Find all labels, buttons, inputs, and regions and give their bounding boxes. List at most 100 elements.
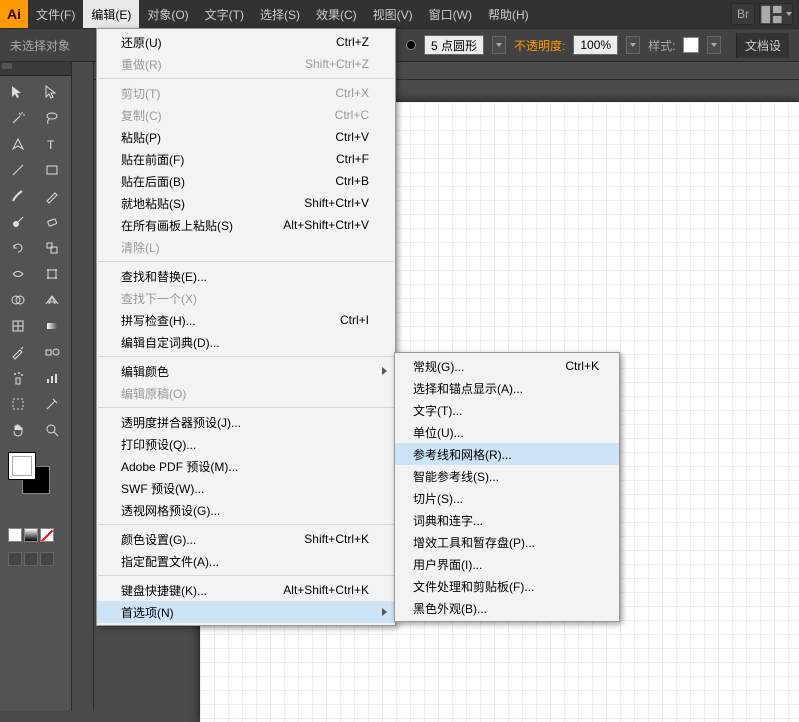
- prefs-slices[interactable]: 切片(S)...: [395, 487, 619, 509]
- menu-transparency-presets[interactable]: 透明度拼合器预设(J)...: [97, 411, 395, 433]
- menu-undo[interactable]: 还原(U)Ctrl+Z: [97, 31, 395, 53]
- prefs-file-clipboard[interactable]: 文件处理和剪贴板(F)...: [395, 575, 619, 597]
- color-swatches[interactable]: [0, 446, 71, 548]
- zoom-tool[interactable]: [37, 418, 67, 442]
- stroke-field[interactable]: 5 点圆形: [424, 35, 484, 55]
- menu-file[interactable]: 文件(F): [28, 0, 83, 28]
- opacity-label[interactable]: 不透明度:: [514, 37, 565, 54]
- prefs-ui[interactable]: 用户界面(I)...: [395, 553, 619, 575]
- menu-custom-dict[interactable]: 编辑自定词典(D)...: [97, 331, 395, 353]
- tools-panel: T: [0, 62, 72, 711]
- menu-pdf-presets[interactable]: Adobe PDF 预设(M)...: [97, 455, 395, 477]
- mesh-tool[interactable]: [3, 314, 33, 338]
- scale-tool[interactable]: [37, 236, 67, 260]
- direct-selection-tool[interactable]: [37, 80, 67, 104]
- menu-paste[interactable]: 粘贴(P)Ctrl+V: [97, 126, 395, 148]
- arrange-docs-button[interactable]: [759, 3, 793, 25]
- edit-menu-dropdown: 还原(U)Ctrl+Z 重做(R)Shift+Ctrl+Z 剪切(T)Ctrl+…: [96, 28, 396, 626]
- prefs-plugins[interactable]: 增效工具和暂存盘(P)...: [395, 531, 619, 553]
- menu-paste-place[interactable]: 就地粘贴(S)Shift+Ctrl+V: [97, 192, 395, 214]
- menu-select[interactable]: 选择(S): [252, 0, 308, 28]
- menu-clear[interactable]: 清除(L): [97, 236, 395, 258]
- menu-type[interactable]: 文字(T): [197, 0, 252, 28]
- menu-view[interactable]: 视图(V): [365, 0, 421, 28]
- graph-tool[interactable]: [37, 366, 67, 390]
- opacity-dropdown[interactable]: [626, 36, 640, 54]
- menu-redo[interactable]: 重做(R)Shift+Ctrl+Z: [97, 53, 395, 75]
- width-tool[interactable]: [3, 262, 33, 286]
- selection-tool[interactable]: [3, 80, 33, 104]
- menu-color-settings[interactable]: 颜色设置(G)...Shift+Ctrl+K: [97, 528, 395, 550]
- menu-keyboard-shortcuts[interactable]: 键盘快捷键(K)...Alt+Shift+Ctrl+K: [97, 579, 395, 601]
- bridge-button[interactable]: Br: [731, 3, 755, 25]
- gradient-tool[interactable]: [37, 314, 67, 338]
- stroke-dropdown[interactable]: [492, 36, 506, 54]
- menu-paste-front[interactable]: 贴在前面(F)Ctrl+F: [97, 148, 395, 170]
- screen-mode-normal[interactable]: [8, 552, 22, 566]
- blob-brush-tool[interactable]: [3, 210, 33, 234]
- menu-preferences[interactable]: 首选项(N): [97, 601, 395, 623]
- free-transform-tool[interactable]: [37, 262, 67, 286]
- paintbrush-tool[interactable]: [3, 184, 33, 208]
- prefs-black-appearance[interactable]: 黑色外观(B)...: [395, 597, 619, 619]
- style-dropdown[interactable]: [707, 36, 721, 54]
- line-tool[interactable]: [3, 158, 33, 182]
- prefs-guides-grid[interactable]: 参考线和网格(R)...: [395, 443, 619, 465]
- menu-edit-original[interactable]: 编辑原稿(O): [97, 382, 395, 404]
- none-mode-icon[interactable]: [40, 528, 54, 542]
- slice-tool[interactable]: [37, 392, 67, 416]
- eyedropper-tool[interactable]: [3, 340, 33, 364]
- blend-tool[interactable]: [37, 340, 67, 364]
- rectangle-tool[interactable]: [37, 158, 67, 182]
- menu-assign-profile[interactable]: 指定配置文件(A)...: [97, 550, 395, 572]
- menu-paste-back[interactable]: 贴在后面(B)Ctrl+B: [97, 170, 395, 192]
- symbol-sprayer-tool[interactable]: [3, 366, 33, 390]
- menu-print-presets[interactable]: 打印预设(Q)...: [97, 433, 395, 455]
- pen-tool[interactable]: [3, 132, 33, 156]
- menu-object[interactable]: 对象(O): [139, 0, 196, 28]
- prefs-smart-guides[interactable]: 智能参考线(S)...: [395, 465, 619, 487]
- type-tool[interactable]: T: [37, 132, 67, 156]
- screen-mode-full[interactable]: [24, 552, 38, 566]
- screen-mode-present[interactable]: [40, 552, 54, 566]
- menu-window[interactable]: 窗口(W): [421, 0, 480, 28]
- prefs-hyphenation[interactable]: 词典和连字...: [395, 509, 619, 531]
- menu-help[interactable]: 帮助(H): [480, 0, 537, 28]
- menu-edit[interactable]: 编辑(E): [83, 0, 139, 28]
- prefs-type[interactable]: 文字(T)...: [395, 399, 619, 421]
- hand-tool[interactable]: [3, 418, 33, 442]
- ruler-vertical[interactable]: [72, 62, 94, 711]
- prefs-general[interactable]: 常规(G)...Ctrl+K: [395, 355, 619, 377]
- tools-grip[interactable]: [0, 62, 71, 76]
- lasso-tool[interactable]: [37, 106, 67, 130]
- pencil-tool[interactable]: [37, 184, 67, 208]
- stroke-dot-icon: [406, 40, 416, 50]
- magic-wand-tool[interactable]: [3, 106, 33, 130]
- menu-find-replace[interactable]: 查找和替换(E)...: [97, 265, 395, 287]
- artboard-tool[interactable]: [3, 392, 33, 416]
- menu-cut[interactable]: 剪切(T)Ctrl+X: [97, 82, 395, 104]
- menu-find-next[interactable]: 查找下一个(X): [97, 287, 395, 309]
- prefs-units[interactable]: 单位(U)...: [395, 421, 619, 443]
- menubar: Ai 文件(F) 编辑(E) 对象(O) 文字(T) 选择(S) 效果(C) 视…: [0, 0, 799, 28]
- gradient-mode-icon[interactable]: [24, 528, 38, 542]
- prefs-selection-anchor[interactable]: 选择和锚点显示(A)...: [395, 377, 619, 399]
- menu-swf-presets[interactable]: SWF 预设(W)...: [97, 477, 395, 499]
- menu-perspective-presets[interactable]: 透视网格预设(G)...: [97, 499, 395, 521]
- color-mode-icon[interactable]: [8, 528, 22, 542]
- menu-paste-all[interactable]: 在所有画板上粘贴(S)Alt+Shift+Ctrl+V: [97, 214, 395, 236]
- menu-copy[interactable]: 复制(C)Ctrl+C: [97, 104, 395, 126]
- rotate-tool[interactable]: [3, 236, 33, 260]
- opacity-field[interactable]: 100%: [573, 35, 618, 55]
- svg-text:T: T: [47, 138, 55, 152]
- perspective-grid-tool[interactable]: [37, 288, 67, 312]
- menu-spell-check[interactable]: 拼写检查(H)...Ctrl+I: [97, 309, 395, 331]
- eraser-tool[interactable]: [37, 210, 67, 234]
- no-selection-label: 未选择对象: [10, 37, 70, 54]
- menu-effect[interactable]: 效果(C): [308, 0, 365, 28]
- fill-swatch[interactable]: [8, 452, 36, 480]
- shape-builder-tool[interactable]: [3, 288, 33, 312]
- doc-setup-button[interactable]: 文档设: [736, 33, 789, 58]
- style-swatch[interactable]: [683, 37, 699, 53]
- menu-edit-colors[interactable]: 编辑颜色: [97, 360, 395, 382]
